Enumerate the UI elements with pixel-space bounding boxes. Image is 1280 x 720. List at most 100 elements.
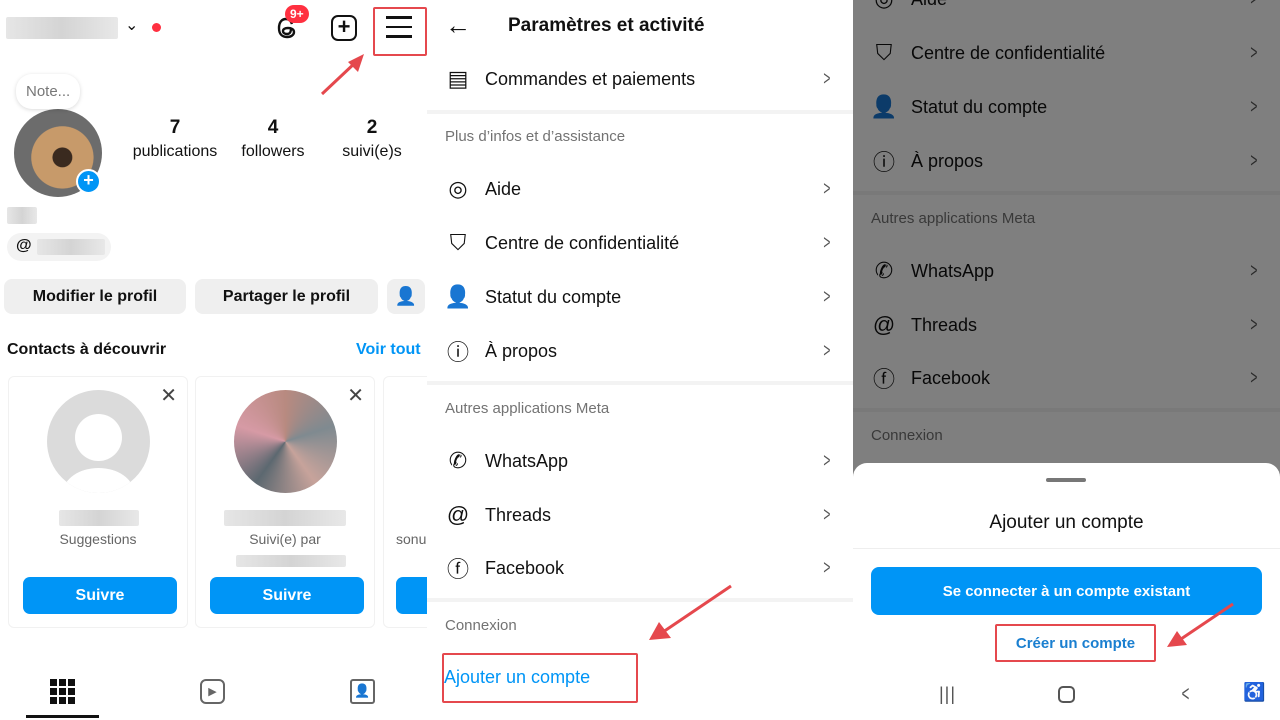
section-divider <box>427 598 853 602</box>
threads-icon: @ <box>446 502 470 527</box>
share-profile-button[interactable]: Partager le profil <box>195 279 378 314</box>
unread-dot <box>152 23 161 32</box>
recent-apps-icon[interactable]: ||| <box>939 684 956 705</box>
chevron-right-icon: > <box>823 285 831 308</box>
section-divider <box>853 408 1280 412</box>
tagged-tab-icon[interactable]: 👤 <box>350 679 375 704</box>
create-post-icon[interactable]: + <box>331 15 357 41</box>
suggested-avatar[interactable] <box>234 390 337 493</box>
arrow-annotation <box>1167 602 1234 647</box>
whatsapp-icon: ✆ <box>874 258 894 283</box>
chevron-right-icon: > <box>1251 0 1258 11</box>
settings-item-aide[interactable]: ◎Aide> <box>853 0 1280 24</box>
settings-item-centre-de-confidentialit-[interactable]: ⛉ Centre de confidentialité > <box>853 28 1280 78</box>
orders-icon: ▤ <box>447 66 469 91</box>
username-blurred[interactable] <box>6 17 118 39</box>
stat-value: 4 <box>267 117 279 138</box>
suggestion-card: sonu <box>383 376 427 628</box>
section-header: Connexion <box>871 427 943 444</box>
sheet-title: Ajouter un compte <box>989 512 1144 533</box>
section-divider <box>427 110 853 114</box>
person-icon: 👤 <box>870 94 898 119</box>
chevron-right-icon: > <box>823 556 831 579</box>
add-account-screen: ▤Commandes et paiements>Plus d’infos et … <box>853 0 1280 720</box>
see-all-link[interactable]: Voir tout <box>356 341 421 359</box>
person-icon: 👤 <box>444 284 472 309</box>
settings-item-whatsapp[interactable]: ✆ WhatsApp > <box>427 436 853 486</box>
settings-item-label: WhatsApp <box>911 260 995 281</box>
stat-value: 2 <box>366 117 378 138</box>
reels-tab-icon[interactable]: ▶ <box>200 679 225 704</box>
chevron-right-icon: > <box>1250 366 1258 389</box>
username-blurred <box>224 510 346 526</box>
shield-star-icon: ⛉ <box>875 40 893 65</box>
default-avatar[interactable] <box>47 390 150 493</box>
mutual-blurred <box>236 555 346 567</box>
chevron-right-icon: > <box>1250 95 1258 118</box>
settings-item--propos[interactable]: ⓘ À propos > <box>853 136 1280 186</box>
help-lifebuoy-icon: ◎ <box>870 0 898 13</box>
add-story-icon[interactable]: + <box>76 169 101 194</box>
chevron-down-icon[interactable]: ⌄ <box>125 15 138 35</box>
settings-item-label: Centre de confidentialité <box>485 232 680 253</box>
threads-icon: @ <box>872 312 896 337</box>
settings-item-threads[interactable]: @ Threads > <box>853 300 1280 350</box>
add-person-icon[interactable]: 👤 <box>387 279 425 314</box>
close-icon[interactable]: ✕ <box>160 383 177 408</box>
settings-item--propos[interactable]: ⓘ À propos > <box>427 326 853 376</box>
divider <box>853 548 1280 549</box>
back-nav-icon[interactable]: < <box>1182 681 1190 707</box>
facebook-icon: ⓕ <box>446 557 469 582</box>
chevron-right-icon: > <box>823 339 831 362</box>
stat-value: 7 <box>169 117 181 138</box>
stat-following[interactable]: 2 suivi(e)s <box>317 117 427 161</box>
active-tab-indicator <box>26 715 99 718</box>
chevron-right-icon: > <box>823 503 831 526</box>
create-account-button[interactable]: Créer un compte <box>995 624 1156 662</box>
chevron-right-icon: > <box>1250 149 1258 172</box>
grid-tab-icon[interactable] <box>50 679 75 704</box>
settings-item-facebook[interactable]: ⓕ Facebook > <box>427 543 853 593</box>
accessibility-icon[interactable]: ♿ <box>1243 682 1265 703</box>
follow-button[interactable]: Suivre <box>23 577 177 614</box>
settings-item-commandes-et-paiements[interactable]: ▤ Commandes et paiements > <box>427 54 853 104</box>
arrow-annotation <box>649 584 732 640</box>
close-icon[interactable]: ✕ <box>347 383 364 408</box>
stat-label: followers <box>241 143 305 160</box>
threads-icon: @ <box>16 237 32 254</box>
info-icon: ⓘ <box>872 150 895 175</box>
chevron-right-icon: > <box>1250 259 1258 282</box>
sheet-handle[interactable] <box>1046 478 1086 482</box>
settings-item-aide[interactable]: ◎Aide> <box>427 164 853 214</box>
chevron-right-icon: > <box>823 67 831 90</box>
settings-item-statut-du-compte[interactable]: 👤 Statut du compte > <box>427 272 853 322</box>
chevron-right-icon: > <box>823 449 831 472</box>
threads-profile-link[interactable]: @ <box>7 233 111 261</box>
settings-item-label: À propos <box>911 150 984 171</box>
highlight-box-menu <box>373 7 427 56</box>
card-subtitle: sonu <box>396 531 427 547</box>
home-icon[interactable] <box>1058 686 1075 703</box>
settings-item-whatsapp[interactable]: ✆ WhatsApp > <box>853 246 1280 296</box>
highlight-box-add-account <box>442 653 638 703</box>
chevron-right-icon: > <box>823 177 831 200</box>
settings-item-label: Aide <box>485 178 522 199</box>
note-bubble[interactable]: Note... <box>16 74 81 109</box>
settings-item-centre-de-confidentialit-[interactable]: ⛉ Centre de confidentialité > <box>427 218 853 268</box>
settings-item-statut-du-compte[interactable]: 👤 Statut du compte > <box>853 82 1280 132</box>
stat-followers[interactable]: 4 followers <box>218 117 328 161</box>
follow-button[interactable]: Suivre <box>210 577 364 614</box>
settings-item-facebook[interactable]: ⓕ Facebook > <box>853 353 1280 403</box>
arrow-annotation <box>320 54 364 96</box>
stat-publications[interactable]: 7 publications <box>120 117 230 161</box>
follow-button[interactable] <box>396 577 427 614</box>
username-blurred <box>59 510 139 526</box>
profile-screen: ⌄ 9+ + Note... + 7 publications 4 follower… <box>0 0 427 720</box>
edit-profile-button[interactable]: Modifier le profil <box>4 279 186 314</box>
settings-item-label: Centre de confidentialité <box>911 42 1106 63</box>
settings-item-label: Threads <box>485 504 552 525</box>
settings-item-threads[interactable]: @ Threads > <box>427 490 853 540</box>
whatsapp-icon: ✆ <box>448 448 468 473</box>
chevron-right-icon: > <box>1250 313 1258 336</box>
settings-item-label: Threads <box>911 314 978 335</box>
